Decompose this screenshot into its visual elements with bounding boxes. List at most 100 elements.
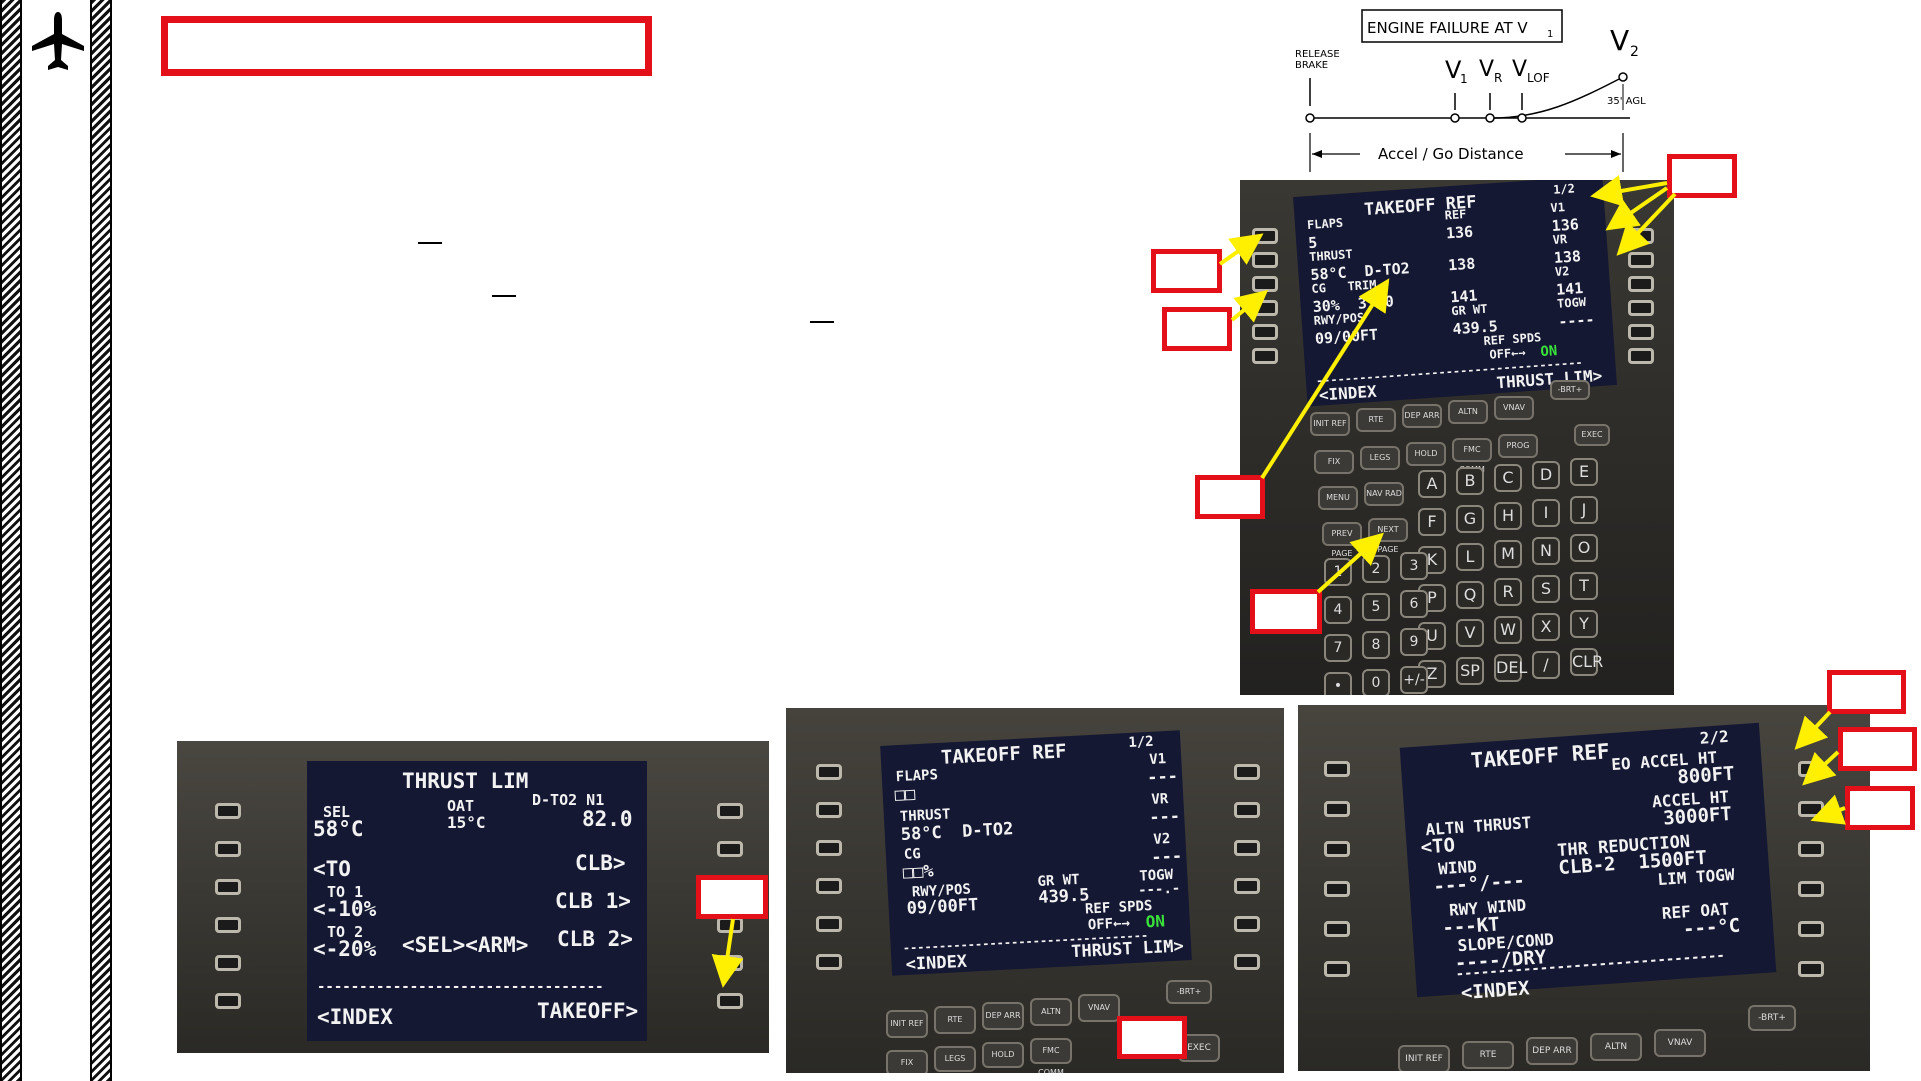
alpha-key[interactable]: DEL <box>1494 654 1527 682</box>
function-key[interactable]: FIX <box>1314 450 1354 474</box>
cg-entry-boxes[interactable]: □□% <box>902 861 934 883</box>
alpha-key[interactable]: B <box>1456 467 1484 495</box>
lsk-r6-button[interactable] <box>717 993 743 1009</box>
lsk-r3-button[interactable] <box>1798 841 1824 857</box>
lsk-l1-button[interactable] <box>1324 761 1350 777</box>
number-key[interactable]: 1 <box>1324 558 1352 586</box>
alpha-key[interactable]: O <box>1570 534 1598 562</box>
lsk-l5-button[interactable] <box>1252 324 1278 340</box>
alpha-key[interactable]: L <box>1456 543 1484 571</box>
alpha-key[interactable]: I <box>1532 499 1560 527</box>
lsk-l3-button[interactable] <box>1252 276 1278 292</box>
lsk-r2-button[interactable] <box>1234 802 1260 818</box>
lsk-r2-button[interactable] <box>1798 801 1824 817</box>
index-prompt[interactable]: <INDEX <box>317 1005 393 1029</box>
alpha-key[interactable]: W <box>1494 616 1522 644</box>
exec-key[interactable]: EXEC <box>1574 424 1610 446</box>
sel-arm-prompt[interactable]: <SEL><ARM> <box>402 933 528 957</box>
function-key[interactable]: DEP ARR <box>1526 1037 1578 1065</box>
lsk-l3-button[interactable] <box>816 840 842 856</box>
alpha-key[interactable]: Y <box>1570 610 1598 638</box>
function-key[interactable]: LEGS <box>1360 446 1400 470</box>
v1-value[interactable]: --- <box>1147 766 1179 788</box>
lsk-r1-button[interactable] <box>1798 761 1824 777</box>
to1-value[interactable]: <-10% <box>313 897 376 921</box>
lsk-r4-button[interactable] <box>1798 881 1824 897</box>
lsk-r5-button[interactable] <box>1234 916 1260 932</box>
alpha-key[interactable]: A <box>1418 470 1446 498</box>
lsk-l2-button[interactable] <box>215 841 241 857</box>
number-key[interactable]: 2 <box>1362 555 1390 583</box>
alpha-key[interactable]: R <box>1494 578 1522 606</box>
alpha-key[interactable]: D <box>1532 461 1560 489</box>
alpha-key[interactable]: C <box>1494 464 1522 492</box>
number-key[interactable]: 7 <box>1324 634 1352 662</box>
clb1-prompt[interactable]: CLB 1> <box>555 889 631 913</box>
lsk-r2-button[interactable] <box>717 841 743 857</box>
lsk-l4-button[interactable] <box>215 917 241 933</box>
function-key[interactable]: VNAV <box>1078 994 1120 1022</box>
alpha-key[interactable]: CLR <box>1570 648 1603 676</box>
alpha-key[interactable]: F <box>1418 508 1446 536</box>
rwy-pos-value[interactable]: 09/00FT <box>906 895 979 919</box>
lsk-l2-button[interactable] <box>1252 252 1278 268</box>
function-key[interactable]: ALTN <box>1030 998 1072 1026</box>
lsk-l5-button[interactable] <box>215 955 241 971</box>
lsk-r6-button[interactable] <box>1798 961 1824 977</box>
function-key[interactable]: FIX <box>886 1050 928 1073</box>
index-prompt[interactable]: <INDEX <box>905 952 967 975</box>
lsk-l4-button[interactable] <box>1324 881 1350 897</box>
alpha-key[interactable]: X <box>1532 613 1560 641</box>
lsk-l6-button[interactable] <box>816 954 842 970</box>
lsk-l6-button[interactable] <box>215 993 241 1009</box>
cdu-main-row-left[interactable]: 09/00FT <box>1314 325 1378 347</box>
number-key[interactable]: 4 <box>1324 596 1352 624</box>
function-key[interactable]: RTE <box>934 1006 976 1034</box>
number-key[interactable]: • <box>1324 672 1352 695</box>
function-key[interactable]: HOLD <box>982 1042 1024 1068</box>
lsk-r4-button[interactable] <box>1234 878 1260 894</box>
brt-key[interactable]: -BRT+ <box>1748 1005 1796 1031</box>
function-key[interactable]: ALTN <box>1590 1033 1642 1061</box>
function-key[interactable]: PREV PAGE <box>1322 522 1362 558</box>
function-key[interactable]: FMC COMM <box>1030 1038 1072 1073</box>
alpha-key[interactable]: / <box>1532 651 1560 679</box>
function-key[interactable]: VNAV <box>1654 1029 1706 1057</box>
accel-ht-value[interactable]: 3000FT <box>1663 803 1733 830</box>
lsk-l6-button[interactable] <box>1324 961 1350 977</box>
function-key[interactable]: FMC COMM <box>1452 438 1492 474</box>
alpha-key[interactable]: H <box>1494 502 1522 530</box>
lsk-l1-button[interactable] <box>816 764 842 780</box>
number-key[interactable]: 6 <box>1400 590 1428 618</box>
number-key[interactable]: 5 <box>1362 593 1390 621</box>
flaps-entry-boxes[interactable]: □□ <box>894 784 916 805</box>
lsk-r3-button[interactable] <box>1628 276 1654 292</box>
brt-key[interactable]: -BRT+ <box>1550 380 1590 400</box>
brt-key[interactable]: -BRT+ <box>1166 980 1212 1004</box>
alpha-key[interactable]: SP <box>1456 657 1484 685</box>
lsk-l3-button[interactable] <box>1324 841 1350 857</box>
clb-prompt[interactable]: CLB> <box>575 851 626 875</box>
takeoff-prompt[interactable]: TAKEOFF> <box>537 999 638 1023</box>
function-key[interactable]: RTE <box>1462 1041 1514 1069</box>
alpha-key[interactable]: Q <box>1456 581 1484 609</box>
number-key[interactable]: 8 <box>1362 631 1390 659</box>
lsk-r4-button[interactable] <box>717 917 743 933</box>
cdu-main-row-right[interactable]: ---- <box>1558 310 1595 330</box>
function-key[interactable]: NAV RAD <box>1364 482 1404 506</box>
lsk-r1-button[interactable] <box>1234 764 1260 780</box>
alpha-key[interactable]: S <box>1532 575 1560 603</box>
to2-value[interactable]: <-20% <box>313 937 376 961</box>
index-prompt[interactable]: <INDEX <box>1318 382 1377 405</box>
function-key[interactable]: RTE <box>1356 408 1396 432</box>
vr-value[interactable]: --- <box>1149 806 1181 828</box>
ref-oat-value[interactable]: ---°C <box>1682 915 1741 941</box>
lsk-r5-button[interactable] <box>1628 324 1654 340</box>
function-key[interactable]: ALTN <box>1448 400 1488 424</box>
function-key[interactable]: INIT REF <box>1310 412 1350 436</box>
number-key[interactable]: 9 <box>1400 628 1428 656</box>
lsk-l1-button[interactable] <box>215 803 241 819</box>
function-key[interactable]: LEGS <box>934 1046 976 1072</box>
ref-spds-on[interactable]: ON <box>1145 911 1165 931</box>
clb2-prompt[interactable]: CLB 2> <box>557 927 633 951</box>
